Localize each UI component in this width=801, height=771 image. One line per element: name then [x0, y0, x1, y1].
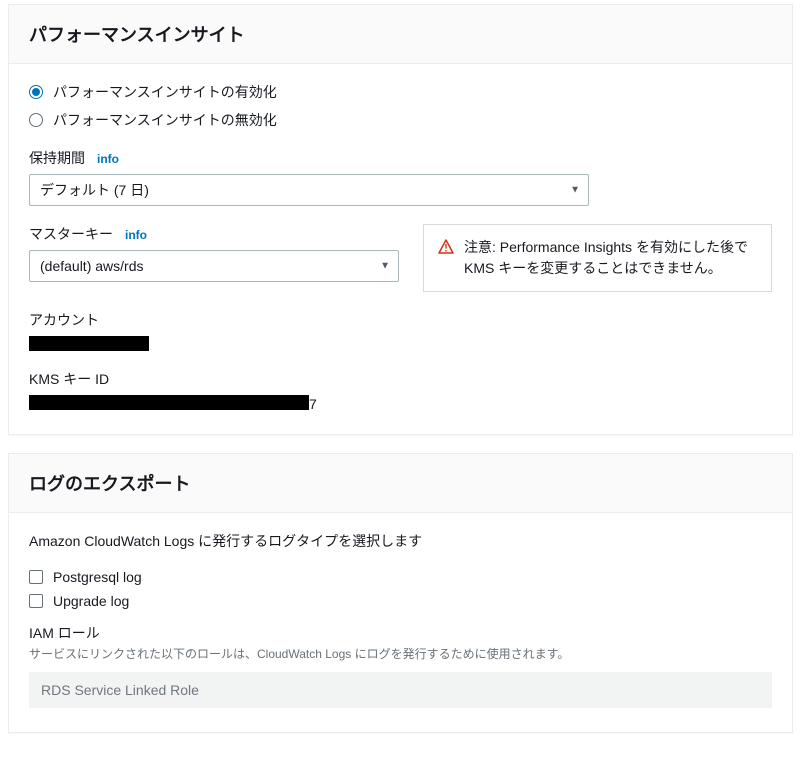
radio-icon [29, 113, 43, 127]
log-export-description: Amazon CloudWatch Logs に発行するログタイプを選択します [29, 531, 772, 551]
radio-enable-performance-insights[interactable]: パフォーマンスインサイトの有効化 [29, 82, 772, 102]
master-key-select[interactable]: (default) aws/rds ▼ [29, 250, 399, 282]
master-key-field: マスターキー info (default) aws/rds ▼ [29, 224, 772, 292]
retention-select[interactable]: デフォルト (7 日) ▼ [29, 174, 589, 206]
iam-role-field: IAM ロール サービスにリンクされた以下のロールは、CloudWatch Lo… [29, 623, 772, 708]
master-key-label: マスターキー [29, 224, 113, 244]
caret-down-icon: ▼ [570, 185, 580, 196]
radio-disable-performance-insights[interactable]: パフォーマンスインサイトの無効化 [29, 110, 772, 130]
panel-title-performance: パフォーマンスインサイト [9, 5, 792, 64]
checkbox-icon [29, 594, 43, 608]
kms-key-id-trail: 7 [309, 396, 317, 412]
kms-warning-box: 注意: Performance Insights を有効にした後で KMS キー… [423, 224, 772, 292]
radio-label: パフォーマンスインサイトの有効化 [53, 82, 277, 102]
master-key-info-link[interactable]: info [125, 228, 147, 242]
iam-role-value: RDS Service Linked Role [29, 672, 772, 708]
retention-label: 保持期間 [29, 148, 85, 168]
radio-label: パフォーマンスインサイトの無効化 [53, 110, 277, 130]
account-value-redacted [29, 336, 149, 351]
checkbox-icon [29, 570, 43, 584]
retention-info-link[interactable]: info [97, 152, 119, 166]
caret-down-icon: ▼ [380, 261, 390, 272]
log-export-panel: ログのエクスポート Amazon CloudWatch Logs に発行するログ… [8, 453, 793, 733]
account-field: アカウント [29, 310, 772, 351]
checkbox-postgresql-log[interactable]: Postgresql log [29, 569, 772, 585]
master-key-select-value: (default) aws/rds [40, 258, 143, 274]
checkbox-label: Postgresql log [53, 569, 142, 585]
checkbox-upgrade-log[interactable]: Upgrade log [29, 593, 772, 609]
iam-role-helper: サービスにリンクされた以下のロールは、CloudWatch Logs にログを発… [29, 645, 772, 662]
checkbox-label: Upgrade log [53, 593, 129, 609]
warning-icon [438, 239, 454, 255]
retention-field: 保持期間 info デフォルト (7 日) ▼ [29, 148, 772, 206]
iam-role-label: IAM ロール [29, 623, 772, 643]
radio-icon [29, 85, 43, 99]
retention-select-value: デフォルト (7 日) [40, 180, 149, 200]
kms-key-id-field: KMS キー ID 7 [29, 369, 772, 410]
performance-insights-panel: パフォーマンスインサイト パフォーマンスインサイトの有効化 パフォーマンスインサ… [8, 4, 793, 435]
kms-key-id-value-redacted [29, 395, 309, 410]
kms-key-id-label: KMS キー ID [29, 369, 772, 389]
kms-warning-text: 注意: Performance Insights を有効にした後で KMS キー… [464, 237, 757, 279]
account-label: アカウント [29, 310, 772, 330]
panel-title-logs: ログのエクスポート [9, 454, 792, 513]
